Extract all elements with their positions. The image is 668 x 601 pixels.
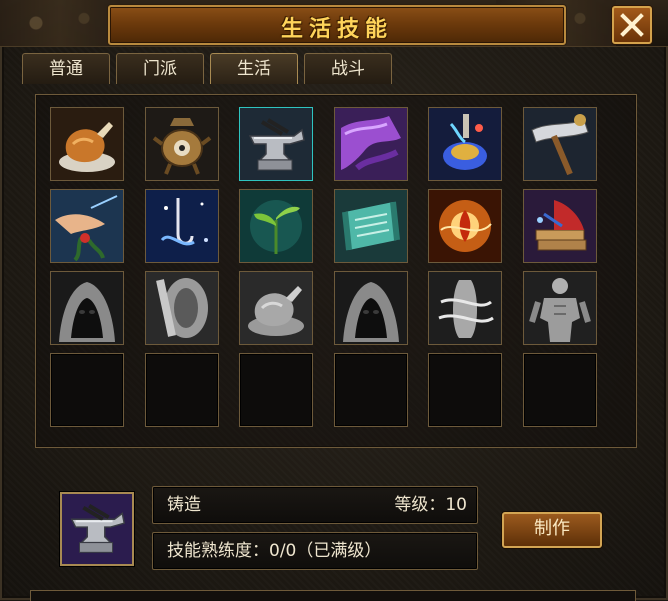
empty-skill-slot[interactable]	[333, 353, 408, 427]
potion-flask-icon	[429, 108, 502, 180]
scroll-icon	[334, 190, 407, 262]
roast-chicken-icon	[51, 108, 123, 180]
tab-combat[interactable]: 战斗	[304, 53, 392, 84]
skill-name: 铸造	[167, 495, 201, 515]
herb-picking-hand-icon	[51, 190, 123, 262]
empty-skill-slot[interactable]	[523, 353, 597, 427]
close-icon	[620, 13, 644, 37]
skill-slot[interactable]	[144, 189, 219, 263]
tab-normal[interactable]: 普通	[22, 53, 110, 84]
tailoring-cloth-icon	[334, 108, 407, 180]
bottom-frame	[30, 590, 636, 601]
title-plate: 生活技能	[108, 5, 566, 45]
wheel-icon	[145, 272, 218, 344]
life-skills-window: 生活技能 普通 门派 生活 战斗 铸造 等级：10 技能熟练度：0/0（已满级）…	[0, 0, 668, 601]
fire-spirit-icon	[429, 190, 502, 262]
empty-skill-slot[interactable]	[50, 353, 124, 427]
tab-sect[interactable]: 门派	[116, 53, 204, 84]
skill-slot[interactable]	[333, 271, 408, 345]
skill-slot[interactable]	[428, 271, 503, 345]
skill-level: 等级：10	[394, 495, 467, 515]
close-button[interactable]	[612, 6, 652, 44]
skill-slot[interactable]	[523, 271, 597, 345]
anvil-icon	[240, 108, 313, 180]
book-craft-icon	[524, 190, 596, 262]
title-ornament-left	[0, 0, 120, 46]
seedling-icon	[240, 190, 313, 262]
mining-hammer-icon	[524, 108, 596, 180]
skill-grid	[35, 94, 637, 448]
selected-skill-icon	[60, 492, 134, 566]
skill-slot[interactable]	[428, 107, 503, 181]
skill-slot[interactable]	[239, 107, 314, 181]
skill-slot[interactable]	[523, 107, 597, 181]
skill-slot[interactable]	[239, 271, 314, 345]
empty-skill-slot[interactable]	[428, 353, 503, 427]
make-button[interactable]: 制作	[502, 512, 602, 548]
proficiency-bar: 技能熟练度：0/0（已满级）	[152, 532, 478, 570]
fishing-hook-icon	[145, 190, 218, 262]
anvil-icon	[62, 494, 132, 564]
title-bar: 生活技能	[0, 0, 668, 47]
roast-chicken-icon	[240, 272, 313, 344]
skill-proficiency: 技能熟练度：0/0（已满级）	[167, 541, 382, 561]
swirl-spirit-icon	[429, 272, 502, 344]
empty-skill-slot[interactable]	[239, 353, 314, 427]
skill-slot[interactable]	[239, 189, 314, 263]
skill-slot[interactable]	[523, 189, 597, 263]
skill-slot[interactable]	[144, 107, 219, 181]
skill-slot[interactable]	[333, 189, 408, 263]
window-title: 生活技能	[280, 17, 393, 42]
skill-name-bar: 铸造 等级：10	[152, 486, 478, 524]
hooded-figure-icon	[334, 272, 407, 344]
skill-slot[interactable]	[428, 189, 503, 263]
empty-skill-slot[interactable]	[144, 353, 219, 427]
skill-slot[interactable]	[333, 107, 408, 181]
skill-slot[interactable]	[50, 271, 124, 345]
skill-slot[interactable]	[144, 271, 219, 345]
tab-life[interactable]: 生活	[210, 53, 298, 84]
alchemy-cauldron-icon	[145, 108, 218, 180]
skill-slot[interactable]	[50, 107, 124, 181]
skill-slot[interactable]	[50, 189, 124, 263]
hooded-figure-icon	[51, 272, 123, 344]
muscle-statue-icon	[524, 272, 596, 344]
